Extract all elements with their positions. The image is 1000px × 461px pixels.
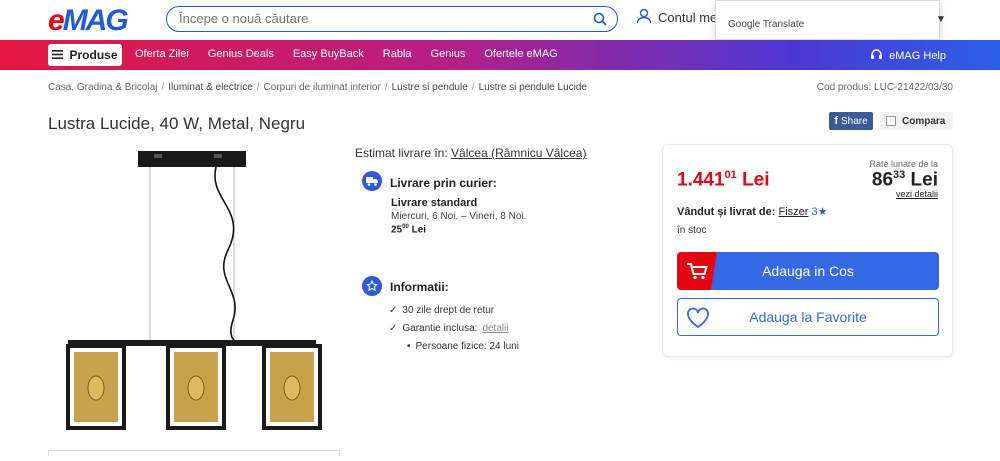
- warranty-individuals: Persoane fizice: 24 luni: [415, 340, 519, 352]
- standard-delivery-title: Livrare standard: [391, 197, 478, 209]
- price-currency: Lei: [742, 169, 770, 191]
- check-icon: ✓: [389, 304, 398, 316]
- add-to-cart-label: Adauga in Cos: [762, 263, 854, 279]
- installment-currency: Lei: [910, 169, 938, 191]
- breadcrumb-separator: /: [384, 82, 388, 93]
- product-code: Cod produs: LUC-21422/03/30: [816, 82, 953, 93]
- return-policy: 30 zile drept de retur: [402, 304, 495, 316]
- nav-item-easy-buyback[interactable]: Easy BuyBack: [293, 48, 364, 60]
- thumbnail-strip: [48, 450, 340, 456]
- truck-icon: [362, 171, 382, 191]
- product-price: 1.44101 Lei: [677, 169, 770, 191]
- google-translate-popup[interactable]: Google Translate: [715, 0, 940, 40]
- headset-icon: [870, 48, 883, 64]
- delivery-estimate: Estimat livrare în: Vâlcea (Râmnicu Vâlc…: [355, 146, 586, 160]
- account-label[interactable]: Contul me: [658, 10, 717, 25]
- breadcrumb-item[interactable]: Iluminat & electrice: [168, 82, 252, 93]
- heart-icon: [686, 307, 710, 332]
- installment-details-link[interactable]: vezi detalii: [896, 189, 938, 199]
- share-label: Share: [840, 115, 868, 127]
- seller-label: Vândut și livrat de:: [677, 206, 776, 218]
- info-heading: Informatii:: [390, 280, 449, 294]
- help-label: eMAG Help: [889, 50, 946, 62]
- check-icon: ✓: [389, 322, 398, 334]
- delivery-price-main: 25: [391, 224, 403, 236]
- list-item: ✓ 30 zile drept de retur: [389, 301, 519, 319]
- search-icon[interactable]: [593, 12, 607, 31]
- breadcrumb-item[interactable]: Corpuri de iluminat interior: [264, 82, 381, 93]
- courier-heading: Livrare prin curier:: [390, 176, 497, 190]
- account-menu[interactable]: Contul me: [636, 8, 717, 27]
- delivery-price-currency: Lei: [411, 224, 427, 236]
- nav-item-genius[interactable]: Genius: [431, 48, 466, 60]
- installment-value: 8633 Lei: [872, 169, 938, 191]
- top-header: eMAG Contul me Google Translate ▼: [0, 0, 1000, 40]
- star-icon: ★: [817, 206, 828, 218]
- logo-e: e: [48, 4, 65, 37]
- breadcrumb: Casa, Gradina & Bricolaj / Iluminat & elec…: [48, 82, 587, 93]
- emag-logo[interactable]: eMAG: [48, 4, 129, 38]
- compare-toggle[interactable]: Compara: [880, 112, 953, 130]
- list-item: ✓ Garantie inclusa: detalii: [389, 319, 519, 337]
- bullet-icon: •: [407, 340, 411, 352]
- search-input[interactable]: [179, 11, 579, 26]
- add-to-favorites-button[interactable]: Adauga la Favorite: [677, 298, 939, 336]
- facebook-icon: f: [834, 115, 838, 127]
- star-badge-icon: [362, 276, 382, 296]
- facebook-share-button[interactable]: f Share: [829, 112, 873, 130]
- emag-help-link[interactable]: eMAG Help: [870, 48, 946, 64]
- add-to-cart-button[interactable]: Adauga in Cos: [677, 252, 939, 290]
- compare-checkbox[interactable]: [886, 116, 896, 126]
- nav-item-rabla[interactable]: Rabla: [383, 48, 412, 60]
- price-main: 1.441: [677, 169, 725, 191]
- compare-label: Compara: [902, 115, 946, 127]
- info-list: ✓ 30 zile drept de retur ✓ Garantie inclus…: [389, 301, 519, 355]
- warranty-details-link[interactable]: detalii: [482, 323, 508, 334]
- hamburger-icon: [52, 48, 64, 62]
- standard-delivery-price: 2500 Lei: [391, 224, 426, 235]
- user-icon: [636, 8, 652, 27]
- translate-label: Google Translate: [728, 19, 805, 30]
- installment-main: 86: [871, 169, 894, 191]
- breadcrumb-item[interactable]: Lustre si pendule: [392, 82, 468, 93]
- caret-down-icon[interactable]: ▼: [936, 14, 946, 25]
- cart-icon: [677, 252, 717, 290]
- produse-button[interactable]: Produse: [48, 44, 122, 66]
- produse-label: Produse: [69, 48, 118, 62]
- seller-link[interactable]: Fiszer: [778, 206, 808, 218]
- seller-info: Vândut și livrat de: Fiszer 3★: [677, 205, 828, 218]
- nav-item-oferta-zilei[interactable]: Oferta Zilei: [135, 48, 189, 60]
- delivery-estimate-label: Estimat livrare în:: [355, 146, 448, 160]
- breadcrumb-separator: /: [256, 82, 260, 93]
- nav-item-genius-deals[interactable]: Genius Deals: [208, 48, 274, 60]
- add-to-favorites-label: Adauga la Favorite: [749, 309, 867, 325]
- breadcrumb-separator: /: [161, 82, 165, 93]
- delivery-price-decimals: 00: [402, 224, 409, 230]
- standard-delivery-dates: Miercuri, 6 Noi. – Vineri, 8 Noi.: [391, 211, 527, 222]
- nav-item-ofertele-emag[interactable]: Ofertele eMAG: [484, 48, 557, 60]
- logo-text: MAG: [62, 4, 129, 37]
- stock-status: în stoc: [677, 225, 707, 236]
- main-nav: Produse Oferta Zilei Genius Deals Easy B…: [0, 40, 1000, 70]
- installment-label: Rate lunare de la: [869, 159, 938, 169]
- buy-box: 1.44101 Lei Rate lunare de la 8633 Lei v…: [662, 144, 953, 357]
- delivery-location-link[interactable]: Vâlcea (Râmnicu Vâlcea): [451, 146, 586, 160]
- breadcrumb-item[interactable]: Casa, Gradina & Bricolaj: [48, 82, 158, 93]
- breadcrumb-separator: /: [471, 82, 475, 93]
- warranty-label: Garantie inclusa:: [402, 322, 478, 334]
- product-image[interactable]: [48, 140, 340, 456]
- search-bar[interactable]: [166, 6, 618, 32]
- product-title: Lustra Lucide, 40 W, Metal, Negru: [48, 114, 306, 133]
- price-decimals: 01: [724, 169, 737, 181]
- breadcrumb-item[interactable]: Lustre si pendule Lucide: [479, 82, 587, 93]
- installment-decimals: 33: [893, 169, 906, 181]
- list-item: • Persoane fizice: 24 luni: [389, 337, 519, 355]
